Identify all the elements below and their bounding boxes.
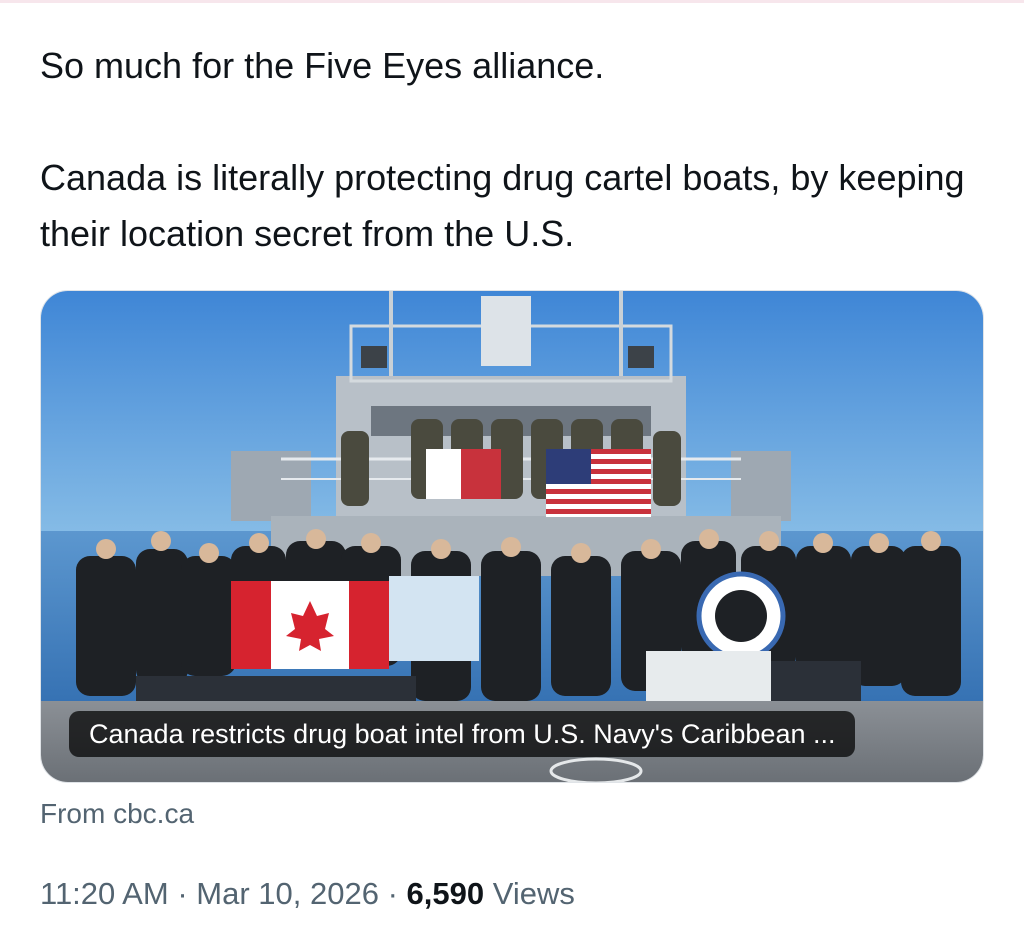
tweet-text: So much for the Five Eyes alliance. Cana… xyxy=(40,38,990,262)
tweet-date[interactable]: Mar 10, 2026 xyxy=(196,876,379,911)
tweet-paragraph-2: Canada is literally protecting drug cart… xyxy=(40,157,965,254)
top-divider xyxy=(0,0,1024,3)
views-count: 6,590 xyxy=(406,876,485,911)
views-label: Views xyxy=(492,876,575,911)
tweet-meta: 11:20 AM · Mar 10, 2026 · 6,590 Views xyxy=(40,873,575,915)
link-card-title: Canada restricts drug boat intel from U.… xyxy=(69,711,856,757)
meta-separator: · xyxy=(177,876,188,911)
link-source[interactable]: From cbc.ca xyxy=(40,796,194,832)
link-preview-image xyxy=(41,291,983,782)
link-preview-card[interactable]: Canada restricts drug boat intel from U.… xyxy=(40,290,984,783)
tweet-paragraph-1: So much for the Five Eyes alliance. xyxy=(40,45,605,86)
meta-separator: · xyxy=(387,876,398,911)
tweet-time[interactable]: 11:20 AM xyxy=(40,876,169,911)
